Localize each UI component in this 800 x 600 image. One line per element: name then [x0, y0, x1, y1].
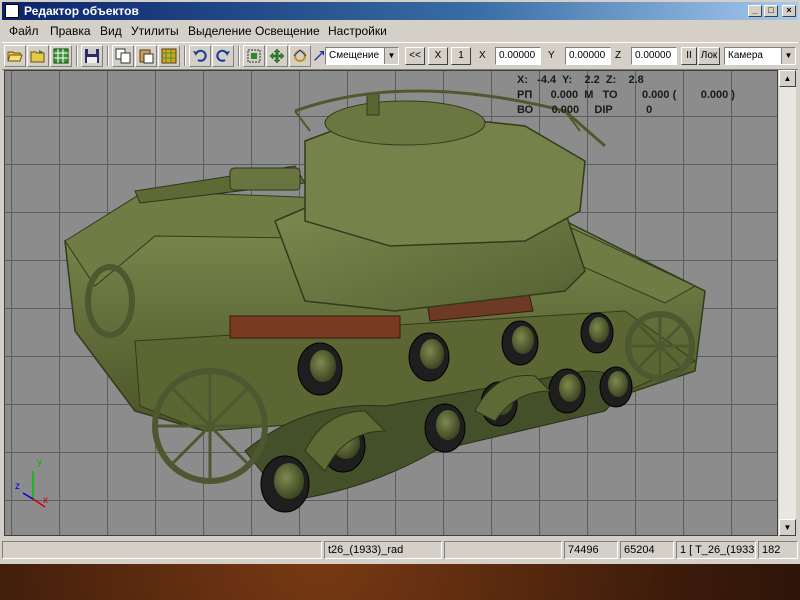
- scroll-up-button[interactable]: ▲: [779, 70, 796, 87]
- menu-file[interactable]: Файл: [9, 24, 39, 38]
- grid-icon: [161, 48, 177, 64]
- status-bar: t26_(1933)_rad 74496 65204 1 [ T_26_(193…: [2, 541, 798, 559]
- grid-button[interactable]: [50, 45, 72, 67]
- status-selection: 1 [ T_26_(1933: [676, 541, 756, 559]
- toolbar-separator: [107, 46, 109, 66]
- transform-mode-select[interactable]: Смещение ▼: [325, 47, 399, 65]
- app-icon: [5, 4, 19, 18]
- lock-button[interactable]: Лок: [698, 47, 720, 65]
- menu-utilities[interactable]: Утилиты: [131, 24, 179, 38]
- maximize-button[interactable]: □: [764, 5, 778, 17]
- chevron-down-icon: ▼: [384, 48, 398, 64]
- x-coordinate-label: X: [479, 50, 486, 61]
- open-folder-icon: [7, 51, 23, 62]
- view-select[interactable]: Камера ▼: [724, 47, 796, 65]
- grid-icon: [53, 48, 69, 64]
- scroll-down-button[interactable]: ▼: [779, 519, 796, 536]
- vertical-scrollbar[interactable]: ▲ ▼: [779, 70, 796, 536]
- open-folder-button[interactable]: [4, 45, 26, 67]
- title-bar[interactable]: Редактор объектов _ □ ×: [2, 2, 798, 20]
- menu-edit[interactable]: Правка: [50, 24, 91, 38]
- redo-button[interactable]: [212, 45, 234, 67]
- transform-mode-value: Смещение: [329, 50, 380, 61]
- z-coordinate-input[interactable]: 0.00000: [631, 47, 677, 65]
- chevron-down-icon: ▼: [781, 48, 795, 64]
- axis-gizmo: [22, 471, 46, 508]
- coordinate-readout: X: -4.4 Y: 2.2 Z: 2.8 РП 0.000 М ТО 0.00…: [517, 73, 735, 118]
- z-coordinate-label: Z: [615, 50, 622, 61]
- y-coordinate-input[interactable]: 0.00000: [565, 47, 611, 65]
- minimize-button[interactable]: _: [748, 5, 762, 17]
- status-face-count: 65204: [620, 541, 674, 559]
- x-coordinate-input[interactable]: 0.00000: [495, 47, 541, 65]
- undo-icon: [193, 49, 207, 62]
- toolbar: Смещение ▼ << X 1 X 0.00000 Y 0.00000 Z …: [2, 42, 798, 70]
- object-editor-window: Редактор объектов _ □ × Файл Правка Вид …: [0, 0, 800, 564]
- open-folder-alt-button[interactable]: [27, 45, 49, 67]
- status-panel: [2, 541, 322, 559]
- select-object-button[interactable]: [243, 45, 265, 67]
- rotate-button[interactable]: [289, 45, 311, 67]
- menu-lighting[interactable]: Освещение: [255, 24, 320, 38]
- menu-view[interactable]: Вид: [100, 24, 122, 38]
- paste-icon: [139, 49, 154, 64]
- window-title: Редактор объектов: [24, 4, 139, 18]
- y-coordinate-label: Y: [548, 50, 555, 61]
- status-count: 182: [758, 541, 798, 559]
- grid-toggle-button[interactable]: [158, 45, 180, 67]
- view-select-value: Камера: [728, 50, 763, 61]
- redo-icon: [216, 49, 230, 62]
- status-panel: [444, 541, 562, 559]
- move-button[interactable]: [266, 45, 288, 67]
- floppy-disk-icon: [85, 49, 99, 63]
- pause-button[interactable]: II: [681, 47, 697, 65]
- copy-button[interactable]: [112, 45, 134, 67]
- prev-button[interactable]: <<: [405, 47, 425, 65]
- copy-icon: [115, 48, 131, 64]
- scale-button[interactable]: [312, 45, 326, 67]
- readout-line: X: -4.4 Y: 2.2 Z: 2.8: [517, 74, 644, 86]
- folder-icon: [30, 50, 45, 63]
- toolbar-separator: [238, 46, 240, 66]
- close-button[interactable]: ×: [782, 5, 796, 17]
- x-axis-button[interactable]: X: [428, 47, 448, 65]
- toolbar-separator: [184, 46, 186, 66]
- x-axis-label: x: [43, 495, 48, 506]
- 3d-viewport[interactable]: y x z X: -4.4 Y: 2.2 Z: 2.8 РП 0.000 М Т…: [4, 70, 778, 536]
- select-icon: [247, 49, 261, 63]
- readout-line: РП 0.000 М ТО 0.000 ( 0.000 ): [517, 89, 735, 101]
- z-axis-label: z: [15, 481, 20, 492]
- one-button[interactable]: 1: [451, 47, 471, 65]
- menu-selection[interactable]: Выделение: [188, 24, 252, 38]
- move-arrows-icon: [269, 48, 285, 64]
- rotate-icon: [293, 49, 307, 62]
- toolbar-separator: [76, 46, 78, 66]
- paste-button[interactable]: [135, 45, 157, 67]
- undo-button[interactable]: [189, 45, 211, 67]
- scale-icon: [314, 50, 325, 61]
- tank-model: [22, 89, 706, 513]
- status-object-name: t26_(1933)_rad: [324, 541, 442, 559]
- menu-bar: Файл Правка Вид Утилиты Выделение Освеще…: [0, 21, 800, 41]
- save-button[interactable]: [81, 45, 103, 67]
- menu-settings[interactable]: Настройки: [328, 24, 387, 38]
- readout-line: ВО 0.000 DIP 0: [517, 104, 653, 116]
- y-axis-label: y: [37, 457, 42, 468]
- status-vertex-count: 74496: [564, 541, 618, 559]
